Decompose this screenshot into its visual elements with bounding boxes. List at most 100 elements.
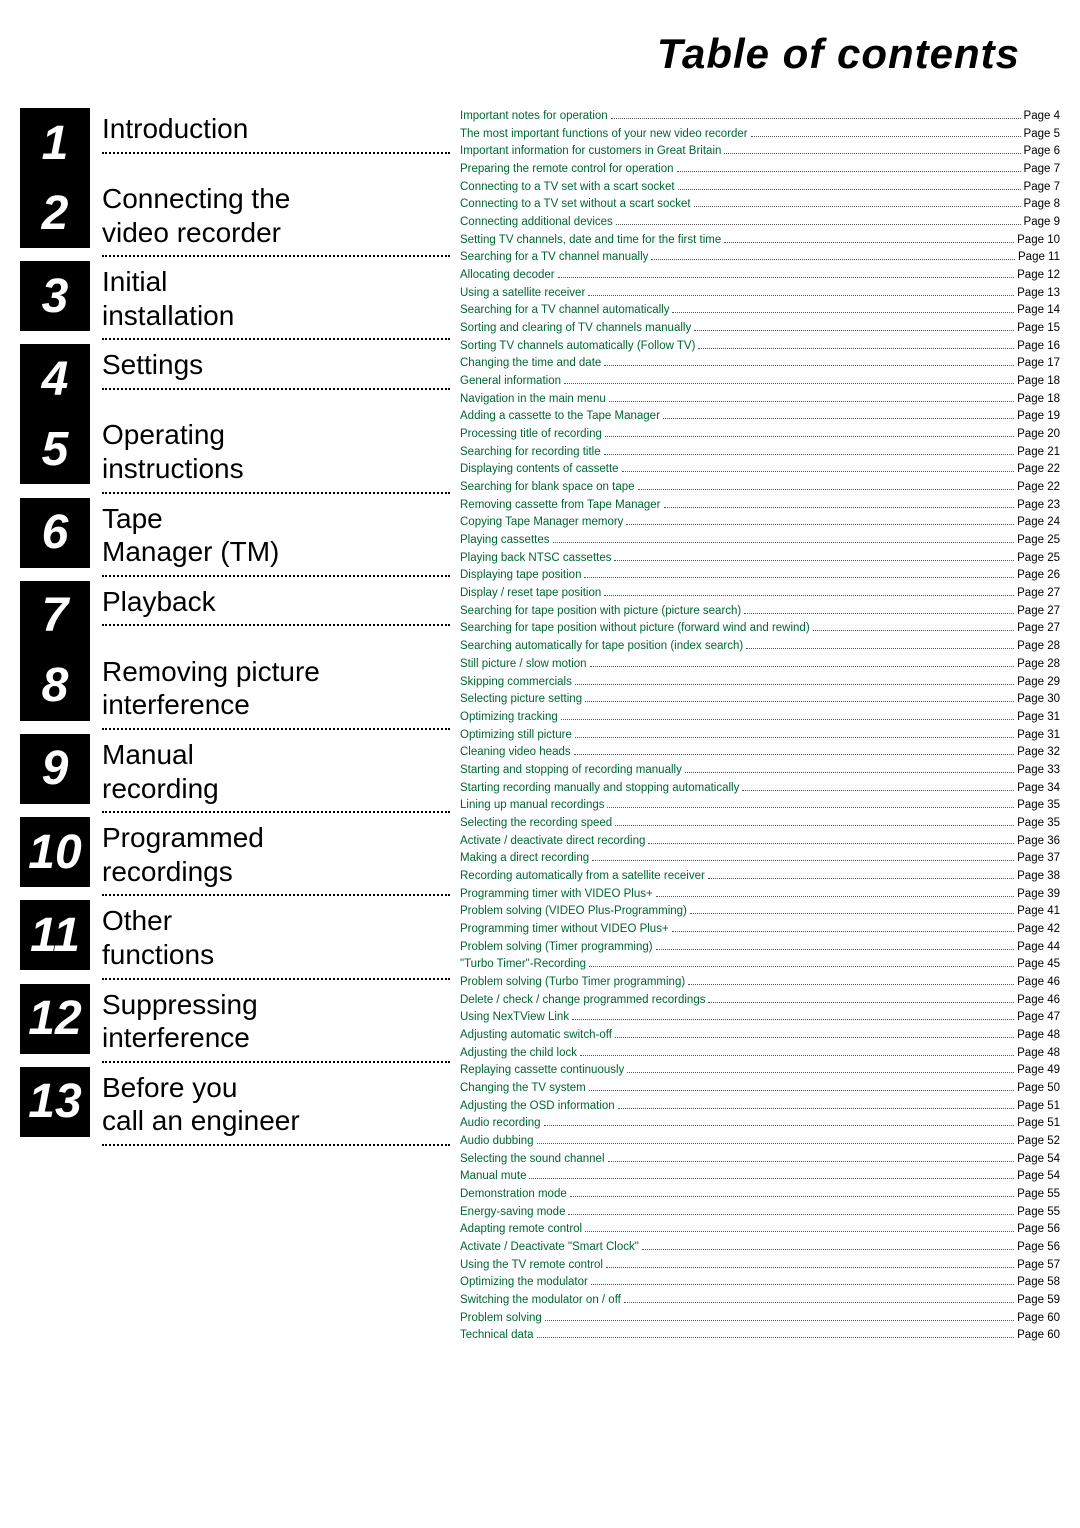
chapter-divider [102, 1061, 450, 1063]
toc-entry-dots [580, 1055, 1014, 1056]
toc-entry-dots [746, 648, 1014, 649]
toc-entry-text: Displaying tape position [460, 567, 581, 584]
toc-entry-text: Searching for blank space on tape [460, 479, 635, 496]
toc-entry-page: Page 11 [1018, 249, 1060, 266]
toc-entry: Navigation in the main menuPage 18 [460, 391, 1060, 408]
toc-entry: Selecting picture settingPage 30 [460, 691, 1060, 708]
chapter-title: Initialinstallation [102, 265, 450, 332]
toc-entry-page: Page 56 [1017, 1239, 1060, 1256]
toc-entry-text: Adapting remote control [460, 1221, 582, 1238]
toc-entry: Searching automatically for tape positio… [460, 638, 1060, 655]
toc-entry-dots [568, 1214, 1014, 1215]
toc-entry-dots [708, 878, 1014, 879]
toc-entry-text: Changing the TV system [460, 1080, 586, 1097]
toc-entry-page: Page 27 [1017, 585, 1060, 602]
toc-entry-text: Connecting to a TV set without a scart s… [460, 196, 691, 213]
toc-entry-text: Searching for tape position with picture… [460, 603, 741, 620]
toc-entry-page: Page 58 [1017, 1274, 1060, 1291]
toc-entry-dots [688, 984, 1014, 985]
toc-entry-dots [572, 1019, 1014, 1020]
toc-entry-dots [575, 737, 1014, 738]
toc-entry-page: Page 29 [1017, 674, 1060, 691]
toc-entry-page: Page 22 [1017, 479, 1060, 496]
toc-entry-text: Selecting the sound channel [460, 1151, 605, 1168]
chapter-row: 11Otherfunctions [20, 900, 450, 983]
toc-entry-page: Page 60 [1017, 1310, 1060, 1327]
chapter-title: Programmedrecordings [102, 821, 450, 888]
chapter-row: 2Connecting thevideo recorder [20, 178, 450, 261]
toc-entry-text: Manual mute [460, 1168, 526, 1185]
toc-entry-page: Page 21 [1017, 444, 1060, 461]
toc-entry-page: Page 31 [1017, 709, 1060, 726]
toc-entry-page: Page 50 [1017, 1080, 1060, 1097]
toc-entry-page: Page 24 [1017, 514, 1060, 531]
toc-entry-dots [648, 843, 1014, 844]
toc-entry: Problem solving (VIDEO Plus-Programming)… [460, 903, 1060, 920]
toc-entry-dots [622, 471, 1015, 472]
toc-entry-dots [553, 542, 1015, 543]
toc-entry: Using a satellite receiverPage 13 [460, 285, 1060, 302]
chapter-title: Operatinginstructions [102, 418, 450, 485]
toc-entry-text: Switching the modulator on / off [460, 1292, 621, 1309]
toc-entry-dots [604, 595, 1014, 596]
chapter-row: 8Removing pictureinterference [20, 651, 450, 734]
toc-entry-text: The most important functions of your new… [460, 126, 748, 143]
toc-entry-text: Searching for tape position without pict… [460, 620, 810, 637]
toc-entry-page: Page 8 [1024, 196, 1060, 213]
toc-entry: The most important functions of your new… [460, 126, 1060, 143]
toc-entry-page: Page 17 [1017, 355, 1060, 372]
toc-entry: Manual mutePage 54 [460, 1168, 1060, 1185]
toc-entry-dots [604, 454, 1015, 455]
toc-entry-page: Page 46 [1017, 992, 1060, 1009]
toc-entry: Processing title of recordingPage 20 [460, 426, 1060, 443]
toc-entry: Adjusting the OSD informationPage 51 [460, 1098, 1060, 1115]
toc-entry-dots [672, 931, 1014, 932]
toc-entry-page: Page 36 [1017, 833, 1060, 850]
chapter-number: 3 [20, 261, 90, 331]
chapter-divider [102, 492, 450, 494]
chapter-divider [102, 388, 450, 390]
toc-entry: Allocating decoderPage 12 [460, 267, 1060, 284]
toc-entry: Changing the time and datePage 17 [460, 355, 1060, 372]
toc-entry: Using the TV remote controlPage 57 [460, 1257, 1060, 1274]
toc-entry: Searching for tape position with picture… [460, 603, 1060, 620]
toc-entry: Displaying tape positionPage 26 [460, 567, 1060, 584]
toc-entry-page: Page 55 [1017, 1204, 1060, 1221]
toc-entry-dots [585, 1231, 1014, 1232]
chapter-title: Connecting thevideo recorder [102, 182, 450, 249]
toc-entry: Playing cassettesPage 25 [460, 532, 1060, 549]
chapter-number: 10 [20, 817, 90, 887]
toc-entry: Searching for recording titlePage 21 [460, 444, 1060, 461]
toc-entry: Using NexTView LinkPage 47 [460, 1009, 1060, 1026]
toc-entry: Selecting the sound channelPage 54 [460, 1151, 1060, 1168]
toc-entry-dots [724, 242, 1014, 243]
toc-entry: "Turbo Timer"-RecordingPage 45 [460, 956, 1060, 973]
toc-entry-dots [544, 1125, 1015, 1126]
chapter-divider [102, 152, 450, 154]
toc-entry-dots [537, 1337, 1015, 1338]
chapter-number: 9 [20, 734, 90, 804]
toc-entry: Playing back NTSC cassettesPage 25 [460, 550, 1060, 567]
toc-entry-text: Important notes for operation [460, 108, 608, 125]
toc-entry-page: Page 18 [1017, 373, 1060, 390]
toc-entry: Searching for a TV channel automatically… [460, 302, 1060, 319]
toc-entry-page: Page 19 [1017, 408, 1060, 425]
toc-entry-text: Sorting and clearing of TV channels manu… [460, 320, 691, 337]
toc-entry: General informationPage 18 [460, 373, 1060, 390]
toc-entry: Changing the TV system Page 50 [460, 1080, 1060, 1097]
toc-entry-text: Using NexTView Link [460, 1009, 569, 1026]
toc-entry: Searching for tape position without pict… [460, 620, 1060, 637]
toc-entry-text: Optimizing tracking [460, 709, 558, 726]
chapter-number: 4 [20, 344, 90, 414]
toc-entry-text: Copying Tape Manager memory [460, 514, 623, 531]
toc-entry-page: Page 59 [1017, 1292, 1060, 1309]
toc-entry-text: Recording automatically from a satellite… [460, 868, 705, 885]
toc-entry-page: Page 27 [1017, 620, 1060, 637]
toc-entry-dots [663, 418, 1014, 419]
toc-entry-page: Page 60 [1017, 1327, 1060, 1344]
toc-entry-dots [708, 1002, 1014, 1003]
toc-entry-dots [615, 825, 1014, 826]
chapter-number: 11 [20, 900, 90, 970]
toc-entry-dots [570, 1196, 1014, 1197]
toc-entry: Searching for a TV channel manuallyPage … [460, 249, 1060, 266]
